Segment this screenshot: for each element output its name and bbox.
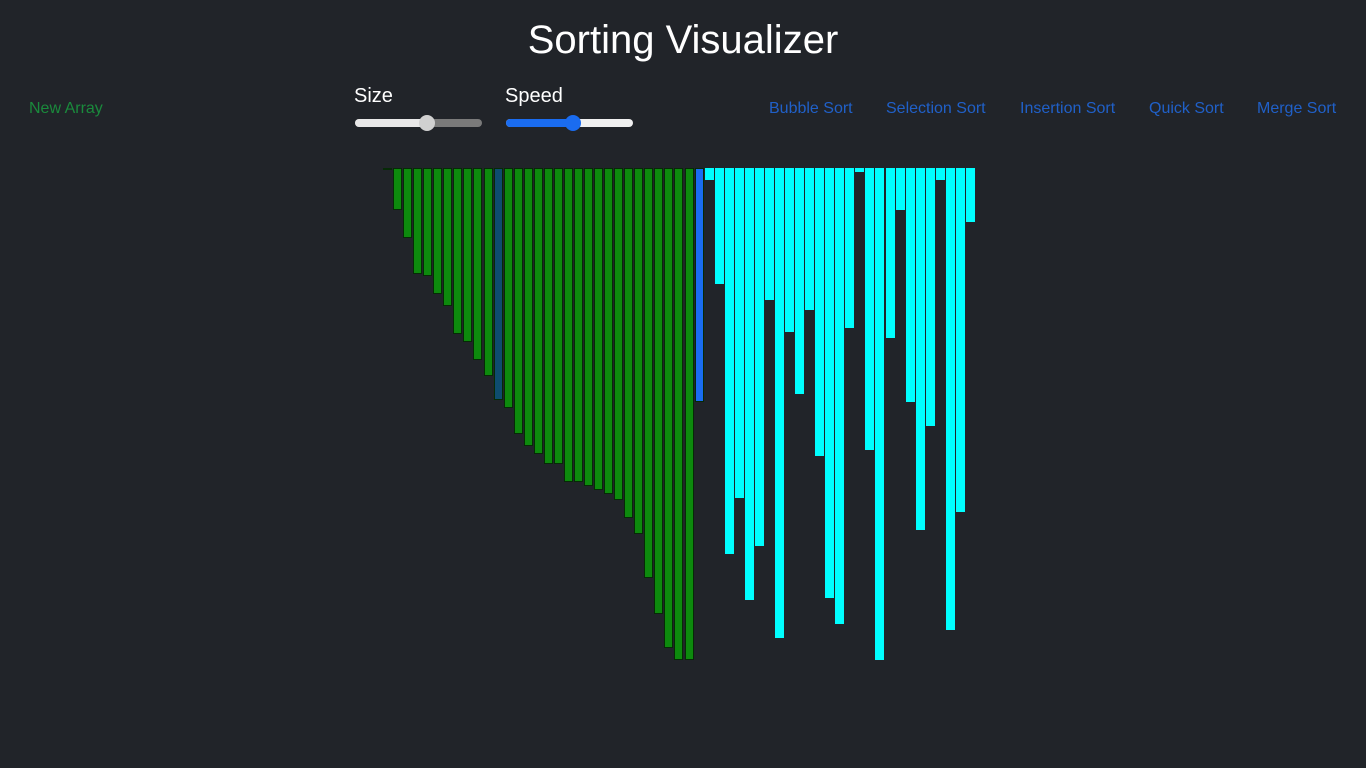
array-bar xyxy=(514,168,523,434)
array-bar xyxy=(453,168,462,334)
array-bar xyxy=(504,168,513,408)
array-bar xyxy=(966,168,975,222)
array-bar xyxy=(554,168,563,464)
array-bar xyxy=(494,168,503,400)
array-bar xyxy=(946,168,955,630)
array-bar xyxy=(886,168,895,338)
insertion-sort-button[interactable]: Insertion Sort xyxy=(1020,100,1115,118)
bubble-sort-button[interactable]: Bubble Sort xyxy=(769,100,853,118)
size-slider-fill xyxy=(355,119,428,127)
array-bar xyxy=(393,168,402,210)
array-bar xyxy=(865,168,874,450)
speed-slider[interactable] xyxy=(506,115,633,131)
array-bar xyxy=(574,168,583,482)
array-bar xyxy=(705,168,714,180)
array-bar xyxy=(484,168,493,376)
array-bar xyxy=(835,168,844,624)
array-bar xyxy=(433,168,442,294)
array-bar xyxy=(715,168,724,284)
array-bar xyxy=(805,168,814,310)
array-bar xyxy=(524,168,533,446)
array-bar xyxy=(695,168,704,402)
array-bar xyxy=(725,168,734,554)
array-bar xyxy=(674,168,683,660)
array-bar xyxy=(463,168,472,342)
array-bar xyxy=(785,168,794,332)
array-bars-chart xyxy=(383,168,983,668)
array-bar xyxy=(795,168,804,394)
page-title: Sorting Visualizer xyxy=(527,18,839,62)
array-bar xyxy=(443,168,452,306)
array-bar xyxy=(594,168,603,490)
array-bar xyxy=(564,168,573,482)
array-bar xyxy=(815,168,824,456)
array-bar xyxy=(634,168,643,534)
array-bar xyxy=(604,168,613,494)
array-bar xyxy=(664,168,673,648)
array-bar xyxy=(584,168,593,486)
array-bar xyxy=(855,168,864,172)
array-bar xyxy=(755,168,764,546)
array-bar xyxy=(735,168,744,498)
array-bar xyxy=(403,168,412,238)
array-bar xyxy=(926,168,935,426)
quick-sort-button[interactable]: Quick Sort xyxy=(1149,100,1224,118)
array-bar xyxy=(765,168,774,300)
array-bar xyxy=(654,168,663,614)
array-bar xyxy=(825,168,834,598)
merge-sort-button[interactable]: Merge Sort xyxy=(1257,100,1336,118)
array-bar xyxy=(685,168,694,660)
array-bar xyxy=(473,168,482,360)
array-bar xyxy=(534,168,543,454)
page: Sorting Visualizer New Array Size Speed … xyxy=(0,0,1366,768)
array-bar xyxy=(544,168,553,464)
array-bar xyxy=(624,168,633,518)
size-slider[interactable] xyxy=(355,115,482,131)
array-bar xyxy=(745,168,754,600)
array-bar xyxy=(614,168,623,500)
speed-slider-fill xyxy=(506,119,574,127)
algorithm-menu: Bubble Sort Selection Sort Insertion Sor… xyxy=(0,100,1366,120)
array-bar xyxy=(956,168,965,512)
array-bar xyxy=(644,168,653,578)
array-bar xyxy=(423,168,432,276)
array-bar xyxy=(916,168,925,530)
array-bar xyxy=(413,168,422,274)
array-bar xyxy=(906,168,915,402)
array-bar xyxy=(896,168,905,210)
array-bar xyxy=(936,168,945,180)
array-bar xyxy=(845,168,854,328)
array-bar xyxy=(383,168,392,170)
array-bar xyxy=(875,168,884,660)
array-bar xyxy=(775,168,784,638)
selection-sort-button[interactable]: Selection Sort xyxy=(886,100,986,118)
